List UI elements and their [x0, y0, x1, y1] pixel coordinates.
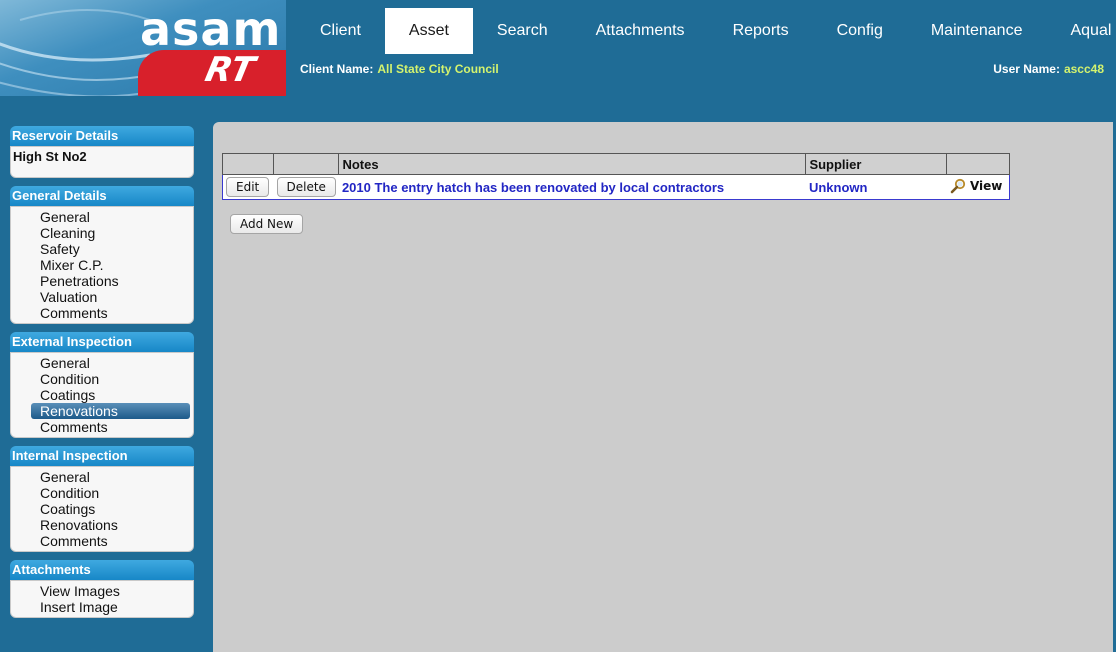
user-name-label: User Name: [993, 62, 1060, 76]
tab-asset[interactable]: Asset [384, 8, 473, 54]
sidebar-item-internal-general[interactable]: General [11, 469, 193, 485]
tab-maintenance[interactable]: Maintenance [907, 8, 1047, 54]
tab-reports[interactable]: Reports [709, 8, 813, 54]
delete-button[interactable]: Delete [276, 177, 336, 197]
main-content: Notes Supplier Edit Delete 2010 The entr… [213, 122, 1113, 652]
sidebar-item-external-comments[interactable]: Comments [11, 419, 193, 435]
table-row: Edit Delete 2010 The entry hatch has bee… [222, 174, 1011, 200]
reservoir-details-body: High St No2 [10, 146, 194, 178]
tab-aqual[interactable]: Aqual [1046, 8, 1116, 54]
logo-wordmark: asam [140, 2, 282, 56]
column-header-delete [272, 153, 340, 175]
sidebar-item-internal-coatings[interactable]: Coatings [11, 501, 193, 517]
attachments-body: View Images Insert Image [10, 580, 194, 618]
general-details-panel: General Details General Cleaning Safety … [10, 186, 194, 324]
external-inspection-body: General Condition Coatings Renovations C… [10, 352, 194, 438]
magnifier-icon [950, 178, 966, 193]
sidebar-item-external-renovations[interactable]: Renovations [31, 403, 190, 419]
sidebar-item-external-condition[interactable]: Condition [11, 371, 193, 387]
internal-inspection-panel: Internal Inspection General Condition Co… [10, 446, 194, 552]
sidebar-item-external-general[interactable]: General [11, 355, 193, 371]
attachments-header: Attachments [10, 560, 194, 580]
tab-config[interactable]: Config [813, 8, 907, 54]
renovations-table: Notes Supplier Edit Delete 2010 The entr… [222, 153, 1011, 200]
external-inspection-panel: External Inspection General Condition Co… [10, 332, 194, 438]
column-header-view [946, 153, 1011, 175]
sidebar-item-internal-renovations[interactable]: Renovations [11, 517, 193, 533]
tab-client[interactable]: Client [296, 8, 385, 54]
notes-cell: 2010 The entry hatch has been renovated … [338, 174, 806, 200]
sidebar-item-insert-image[interactable]: Insert Image [11, 599, 193, 615]
table-header-row: Notes Supplier [222, 153, 1011, 175]
main-nav: Client Asset Search Attachments Reports … [296, 8, 1116, 54]
note-link[interactable]: 2010 The entry hatch has been renovated … [342, 180, 724, 195]
supplier-cell: Unknown [805, 174, 947, 200]
add-new-button[interactable]: Add New [230, 214, 304, 234]
edit-button[interactable]: Edit [226, 177, 270, 197]
sidebar-item-general-cleaning[interactable]: Cleaning [11, 225, 193, 241]
user-name-value: ascc48 [1063, 62, 1104, 76]
column-header-edit [222, 153, 274, 175]
sidebar: Reservoir Details High St No2 General De… [10, 126, 194, 626]
client-name: Client Name: All State City Council [300, 62, 499, 76]
sidebar-item-internal-comments[interactable]: Comments [11, 533, 193, 549]
sidebar-item-general-mixer[interactable]: Mixer C.P. [11, 257, 193, 273]
sidebar-item-general-valuation[interactable]: Valuation [11, 289, 193, 305]
external-inspection-header: External Inspection [10, 332, 194, 352]
internal-inspection-body: General Condition Coatings Renovations C… [10, 466, 194, 552]
tab-attachments[interactable]: Attachments [572, 8, 709, 54]
client-name-value: All State City Council [377, 62, 499, 76]
general-details-body: General Cleaning Safety Mixer C.P. Penet… [10, 206, 194, 324]
tab-search[interactable]: Search [473, 8, 572, 54]
reservoir-name: High St No2 [13, 149, 87, 164]
attachments-panel: Attachments View Images Insert Image [10, 560, 194, 618]
view-link[interactable]: View [950, 178, 1002, 194]
sidebar-item-view-images[interactable]: View Images [11, 583, 193, 599]
sidebar-item-general-comments[interactable]: Comments [11, 305, 193, 321]
view-label: View [969, 178, 1003, 193]
general-details-header: General Details [10, 186, 194, 206]
logo-subtext: RT [201, 50, 259, 90]
sidebar-item-general-penetrations[interactable]: Penetrations [11, 273, 193, 289]
reservoir-details-panel: Reservoir Details High St No2 [10, 126, 194, 178]
reservoir-details-header: Reservoir Details [10, 126, 194, 146]
sidebar-item-general-general[interactable]: General [11, 209, 193, 225]
edit-cell: Edit [222, 174, 274, 200]
sidebar-item-external-coatings[interactable]: Coatings [11, 387, 193, 403]
delete-cell: Delete [273, 174, 339, 200]
client-name-label: Client Name: [300, 62, 374, 76]
sidebar-item-general-safety[interactable]: Safety [11, 241, 193, 257]
view-cell: View [946, 174, 1011, 200]
column-header-supplier: Supplier [805, 153, 948, 175]
internal-inspection-header: Internal Inspection [10, 446, 194, 466]
asam-rt-logo: asam RT [0, 0, 286, 96]
user-name: User Name: ascc48 [993, 62, 1104, 76]
sidebar-item-internal-condition[interactable]: Condition [11, 485, 193, 501]
column-header-notes: Notes [338, 153, 807, 175]
supplier-link[interactable]: Unknown [809, 180, 868, 195]
